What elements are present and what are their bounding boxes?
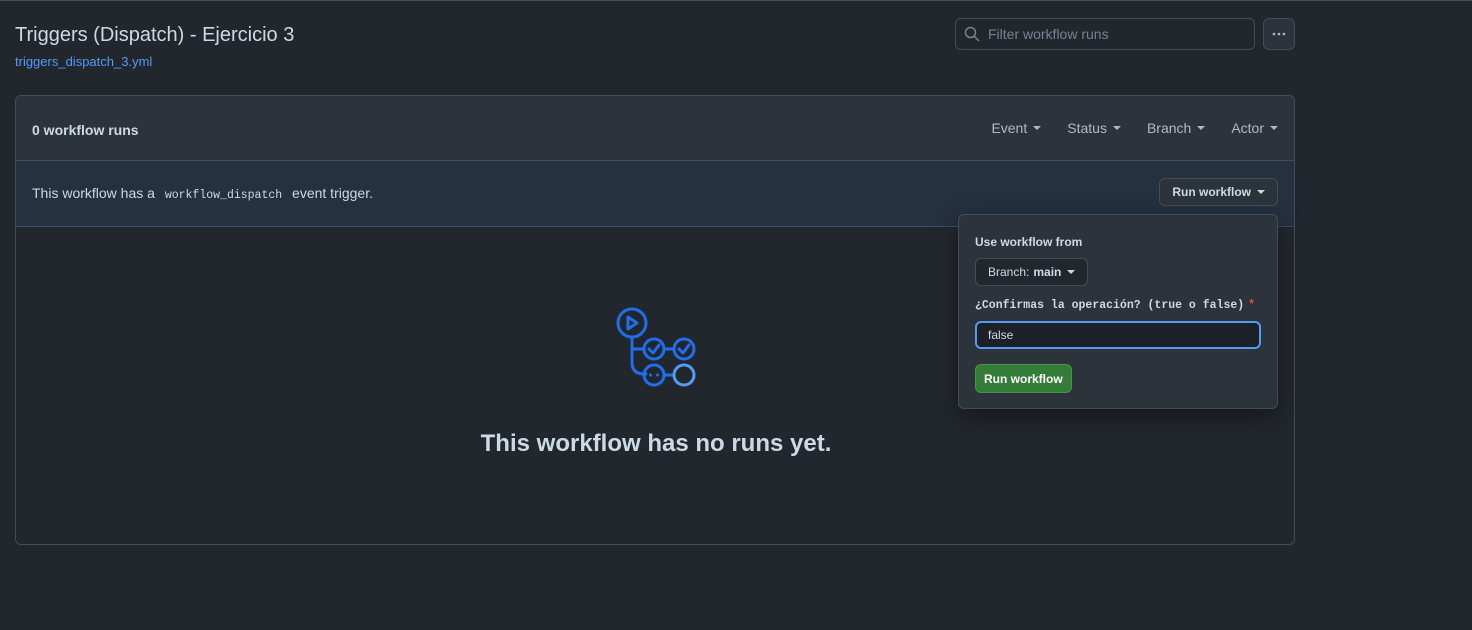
filter-runs-input[interactable] (988, 26, 1238, 42)
event-filter-dropdown[interactable]: Event (991, 120, 1042, 136)
dispatch-text-before: This workflow has a (32, 185, 155, 201)
chevron-down-icon (1270, 126, 1278, 130)
dispatch-text-after: event trigger. (292, 185, 373, 201)
chevron-down-icon (1067, 270, 1076, 274)
workflow-icon (616, 307, 696, 387)
dispatch-message: This workflow has a workflow_dispatch ev… (32, 185, 373, 202)
run-workflow-toggle-label: Run workflow (1172, 185, 1251, 199)
actor-filter-dropdown[interactable]: Actor (1231, 120, 1278, 136)
confirm-input-field[interactable] (975, 321, 1261, 349)
branch-prefix: Branch: (988, 265, 1030, 279)
workflow-file-link[interactable]: triggers_dispatch_3.yml (15, 54, 152, 69)
kebab-horizontal-icon (1272, 32, 1286, 36)
status-filter-dropdown[interactable]: Status (1067, 120, 1121, 136)
chevron-down-icon (1033, 126, 1042, 130)
required-mark: * (1248, 299, 1256, 312)
page-title: Triggers (Dispatch) - Ejercicio 3 (15, 24, 295, 46)
run-workflow-dropdown: Use workflow from Branch: main ¿Confirma… (958, 214, 1278, 409)
run-workflow-toggle-button[interactable]: Run workflow (1159, 178, 1278, 206)
branch-filter-dropdown[interactable]: Branch (1146, 120, 1206, 136)
dispatch-event-code: workflow_dispatch (164, 189, 283, 202)
branch-filter-label: Branch (1146, 120, 1192, 136)
branch-select-button[interactable]: Branch: main (975, 258, 1089, 286)
confirm-input-label-text: ¿Confirmas la operación? (true o false) (975, 299, 1245, 312)
actor-filter-label: Actor (1231, 120, 1264, 136)
chevron-down-icon (1197, 126, 1206, 130)
confirm-input-label: ¿Confirmas la operación? (true o false) * (975, 299, 1255, 312)
filter-runs-search[interactable] (955, 18, 1255, 50)
search-icon (964, 26, 980, 42)
status-filter-label: Status (1067, 120, 1107, 136)
use-workflow-from-label: Use workflow from (975, 235, 1083, 249)
chevron-down-icon (1257, 190, 1265, 194)
chevron-down-icon (1112, 126, 1121, 130)
event-filter-label: Event (991, 120, 1028, 136)
runs-filters: Event Status Branch Actor (991, 120, 1278, 136)
run-workflow-submit-button[interactable]: Run workflow (975, 364, 1072, 393)
runs-count: 0 workflow runs (32, 122, 139, 138)
runs-header: 0 workflow runs Event Status Branch Acto… (16, 96, 1294, 161)
branch-name: main (1033, 265, 1062, 279)
empty-state-message: This workflow has no runs yet. (480, 430, 832, 457)
more-options-button[interactable] (1263, 18, 1295, 50)
